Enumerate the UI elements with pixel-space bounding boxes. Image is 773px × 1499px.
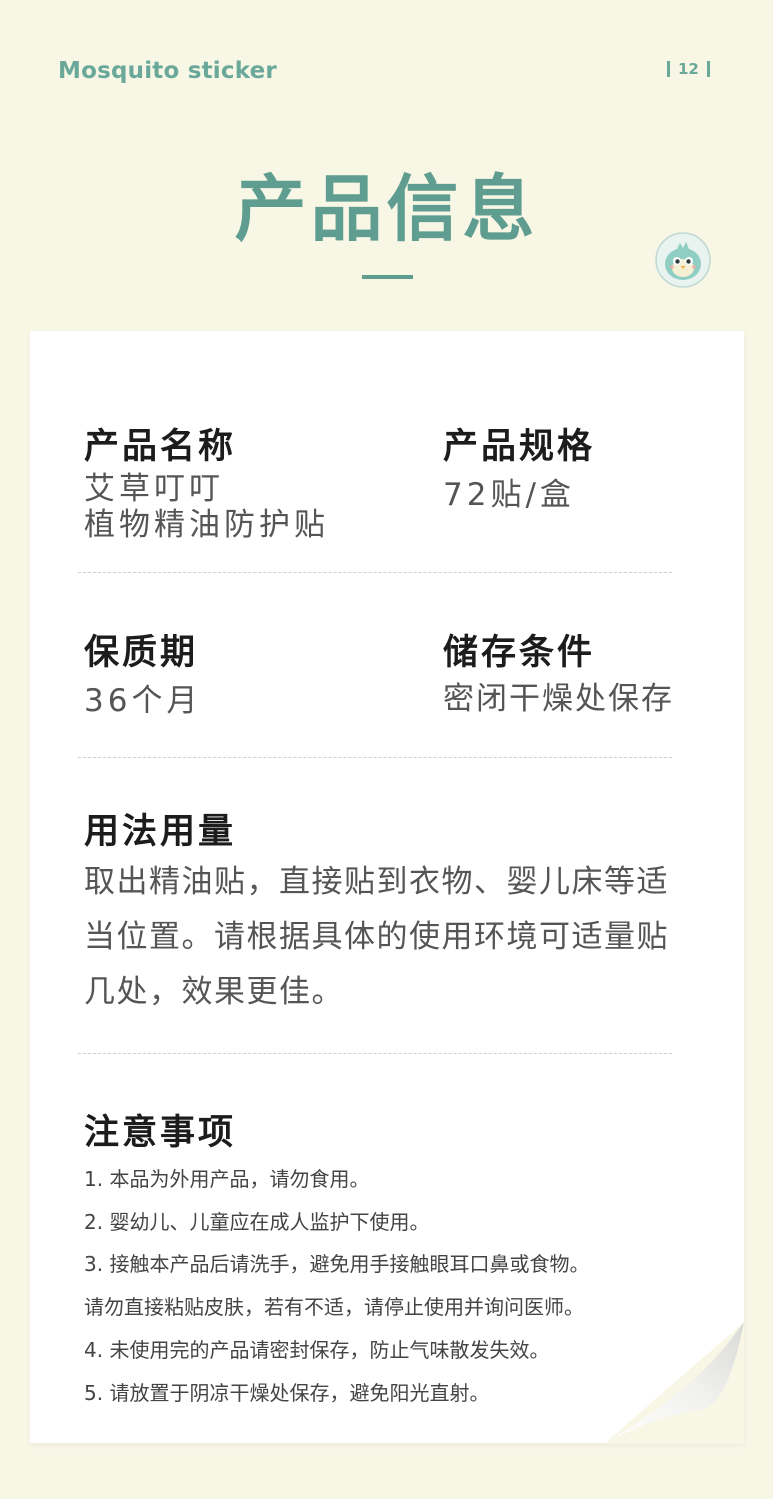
notes-item: 3. 接触本产品后请洗手，避免用手接触眼耳口鼻或食物。 [84, 1252, 590, 1277]
page-number-bar-right [706, 61, 710, 77]
product-spec-value: 72贴/盒 [443, 477, 575, 513]
product-name-value-line1: 艾草叮叮 [84, 471, 224, 507]
mascot-bird-icon [655, 232, 711, 288]
shelf-life-label: 保质期 [84, 633, 199, 673]
product-name-value-line2: 植物精油防护贴 [84, 507, 329, 543]
notes-list: 1. 本品为外用产品，请勿食用。 2. 婴幼儿、儿童应在成人监护下使用。 3. … [84, 1158, 704, 1414]
divider [78, 757, 672, 758]
notes-item: 4. 未使用完的产品请密封保存，防止气味散发失效。 [84, 1337, 550, 1362]
notes-item: 5. 请放置于阴凉干燥处保存，避免阳光直射。 [84, 1380, 490, 1405]
page-number: 12 [667, 60, 710, 78]
notes-label: 注意事项 [84, 1113, 237, 1153]
notes-item: 1. 本品为外用产品，请勿食用。 [84, 1167, 370, 1191]
usage-value: 取出精油贴，直接贴到衣物、婴儿床等适当位置。请根据具体的使用环境可适量贴几处，效… [84, 864, 669, 1010]
storage-value: 密闭干燥处保存 [443, 681, 674, 717]
divider [78, 1053, 672, 1054]
product-name-label: 产品名称 [84, 427, 237, 467]
notes-item: 请勿直接粘贴皮肤，若有不适，请停止使用并询问医师。 [84, 1295, 584, 1320]
page-number-value: 12 [678, 60, 699, 78]
storage-label: 储存条件 [443, 633, 596, 673]
page-number-bar-left [667, 61, 670, 77]
notes-item: 2. 婴幼儿、儿童应在成人监护下使用。 [84, 1209, 430, 1234]
divider [78, 572, 672, 573]
brand-label: Mosquito sticker [58, 58, 277, 84]
shelf-life-value: 36个月 [84, 683, 202, 719]
title-underline [362, 275, 413, 279]
product-spec-label: 产品规格 [443, 427, 596, 467]
usage-label: 用法用量 [84, 812, 237, 852]
